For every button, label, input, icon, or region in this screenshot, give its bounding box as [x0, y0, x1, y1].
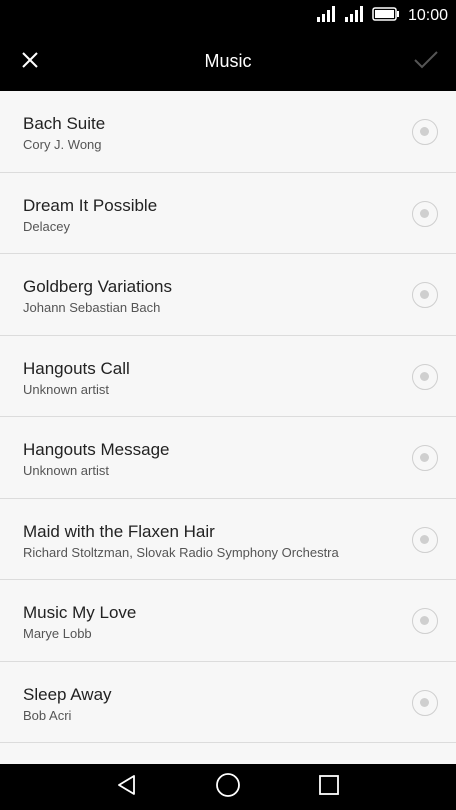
home-icon: [215, 772, 241, 803]
radio-dot-icon: [420, 534, 429, 544]
radio-button[interactable]: [412, 445, 438, 471]
list-item[interactable]: Sleep Away Bob Acri: [0, 662, 456, 743]
back-button[interactable]: [112, 772, 142, 802]
song-artist: Johann Sebastian Bach: [23, 300, 161, 315]
signal-icon: [344, 5, 364, 27]
list-item[interactable]: Bach Suite Cory J. Wong: [0, 91, 456, 173]
song-title: Bach Suite: [23, 114, 106, 133]
song-artist: Richard Stoltzman, Slovak Radio Symphony…: [23, 544, 339, 560]
radio-dot-icon: [420, 290, 429, 299]
song-title: Dream It Possible: [23, 195, 158, 215]
list-item[interactable]: Goldberg Variations Johann Sebastian Bac…: [0, 254, 456, 336]
close-button[interactable]: [12, 44, 48, 80]
home-button[interactable]: [213, 772, 243, 802]
status-time: 10:00: [407, 7, 448, 24]
radio-dot-icon: [420, 127, 429, 136]
song-title: Goldberg Variations: [23, 277, 172, 296]
radio-button[interactable]: [412, 119, 438, 145]
status-icons: 10:00: [316, 5, 448, 27]
radio-dot-icon: [420, 208, 429, 218]
back-icon: [115, 773, 139, 802]
list-item[interactable]: Dream It Possible Delacey: [0, 173, 456, 254]
list-item[interactable]: Maid with the Flaxen Hair Richard Stoltz…: [0, 499, 456, 580]
radio-dot-icon: [420, 453, 429, 462]
list-item[interactable]: Hangouts Message Unknown artist: [0, 417, 456, 499]
recents-icon: [317, 773, 341, 802]
radio-button[interactable]: [412, 526, 438, 553]
check-icon: [413, 50, 439, 75]
radio-button[interactable]: [412, 282, 438, 308]
list-item[interactable]: Hangouts Call Unknown artist: [0, 336, 456, 417]
status-bar: 10:00: [0, 0, 456, 32]
song-artist: Bob Acri: [23, 707, 72, 723]
navigation-bar: [0, 764, 456, 810]
page-title: Music: [204, 51, 252, 71]
song-title: Hangouts Message: [23, 440, 170, 459]
song-title: Hangouts Call: [23, 358, 130, 378]
close-icon: [20, 50, 40, 75]
radio-button[interactable]: [412, 689, 438, 716]
list-item[interactable]: Music My Love Marye Lobb: [0, 580, 456, 662]
song-artist: Cory J. Wong: [23, 137, 102, 152]
song-title: Maid with the Flaxen Hair: [23, 521, 215, 541]
song-artist: Unknown artist: [23, 381, 109, 397]
radio-button[interactable]: [412, 200, 438, 227]
song-artist: Unknown artist: [23, 463, 109, 478]
radio-button[interactable]: [412, 608, 438, 634]
recents-button[interactable]: [314, 772, 344, 802]
song-list: Bach Suite Cory J. Wong Dream It Possibl…: [0, 91, 456, 764]
song-title: Sleep Away: [23, 684, 112, 704]
radio-button[interactable]: [412, 363, 438, 390]
song-artist: Marye Lobb: [23, 626, 92, 641]
title-bar: Music: [0, 32, 456, 91]
battery-icon: [372, 6, 400, 27]
radio-dot-icon: [420, 697, 429, 707]
song-title: Music My Love: [23, 603, 137, 622]
confirm-button[interactable]: [408, 44, 444, 80]
signal-icon: [316, 5, 336, 27]
radio-dot-icon: [420, 616, 429, 625]
radio-dot-icon: [420, 371, 429, 381]
song-artist: Delacey: [23, 218, 70, 234]
